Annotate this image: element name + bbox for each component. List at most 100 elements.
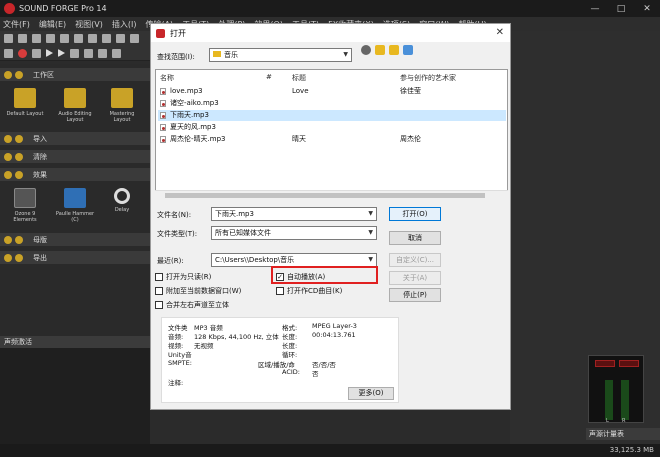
go-end-icon[interactable] bbox=[112, 48, 121, 58]
window-controls: — □ ✕ bbox=[582, 0, 660, 17]
pencil-icon[interactable] bbox=[130, 34, 139, 43]
meter-readout-left bbox=[595, 360, 615, 367]
file-row-selected[interactable]: 下雨天.mp3 bbox=[158, 110, 506, 121]
merge-channels-checkbox[interactable]: 合并左右声道至立体 bbox=[155, 300, 229, 310]
open-cd-checkbox[interactable]: 打开作CD曲目(K) bbox=[276, 286, 342, 296]
column-header-artist[interactable]: 参与创作的艺术家 bbox=[400, 73, 456, 83]
open-button[interactable]: 打开(O) bbox=[389, 207, 441, 221]
minimize-button[interactable]: — bbox=[582, 0, 608, 17]
tile-ozone[interactable]: Ozone 9 Elements bbox=[5, 188, 45, 223]
recent-combo[interactable]: C:\Users\\Desktop\音乐 ▼ bbox=[211, 253, 377, 267]
dialog-close-button[interactable]: ✕ bbox=[496, 27, 504, 38]
redo-icon[interactable] bbox=[102, 34, 111, 43]
readonly-checkbox[interactable]: 打开为只读(R) bbox=[155, 272, 211, 282]
scrollbar-thumb[interactable] bbox=[165, 193, 485, 198]
cancel-button[interactable]: 取消 bbox=[389, 231, 441, 245]
section-effects[interactable]: 效果 bbox=[0, 168, 150, 181]
record-icon[interactable] bbox=[18, 48, 27, 58]
file-name: 诸空-aiko.mp3 bbox=[170, 99, 219, 107]
zoom-icon[interactable] bbox=[116, 34, 125, 43]
info-value: 00:04:13.761 bbox=[312, 331, 356, 339]
append-checkbox[interactable]: 附加至当前数据窗口(W) bbox=[155, 286, 241, 296]
open-file-icon[interactable] bbox=[18, 34, 27, 43]
tile-default-layout[interactable]: Default Layout bbox=[5, 88, 45, 117]
info-value: 无视频 bbox=[194, 342, 214, 350]
view-menu-icon[interactable] bbox=[403, 45, 413, 55]
loop-icon[interactable] bbox=[4, 48, 13, 58]
mastering-icon bbox=[15, 235, 23, 244]
file-list: 名称 # 标题 参与创作的艺术家 love.mp3 Love 徐佳莹 诸空-ai… bbox=[155, 69, 508, 199]
hammer-icon bbox=[64, 188, 86, 208]
filetype-combo[interactable]: 所有已知媒体文件 ▼ bbox=[211, 226, 377, 240]
cut-icon[interactable] bbox=[46, 34, 55, 43]
chevron-right-icon bbox=[4, 235, 12, 244]
save-icon[interactable] bbox=[32, 34, 41, 43]
app-title: SOUND FORGE Pro 14 bbox=[19, 4, 107, 13]
section-export[interactable]: 导出 bbox=[0, 251, 150, 264]
file-artist: 周杰伦 bbox=[400, 135, 421, 143]
ozone-icon bbox=[14, 188, 36, 208]
menu-edit[interactable]: 编辑(E) bbox=[39, 19, 66, 30]
section-workspace[interactable]: 工作区 bbox=[0, 68, 150, 81]
maximize-button[interactable]: □ bbox=[608, 0, 634, 17]
horizontal-scrollbar[interactable] bbox=[155, 190, 508, 199]
about-button[interactable]: 关于(A) bbox=[389, 271, 441, 285]
tile-delay[interactable]: Delay bbox=[102, 188, 142, 213]
filename-label: 文件名(N): bbox=[157, 211, 192, 219]
tile-paulle-hammer[interactable]: Paulle Hammer (C) bbox=[55, 188, 95, 223]
chevron-down-icon: ▼ bbox=[368, 256, 373, 263]
column-header-number[interactable]: # bbox=[266, 73, 272, 81]
checkbox-box[interactable] bbox=[155, 287, 163, 295]
play-icon[interactable] bbox=[46, 49, 53, 57]
file-row[interactable]: 诸空-aiko.mp3 bbox=[158, 98, 506, 109]
filename-input[interactable]: 下雨天.mp3 ▼ bbox=[211, 207, 377, 221]
file-title: Love bbox=[292, 87, 309, 95]
menu-file[interactable]: 文件(F) bbox=[3, 19, 30, 30]
folder-icon bbox=[213, 51, 221, 57]
play-all-icon[interactable] bbox=[58, 49, 65, 57]
rewind-icon[interactable] bbox=[32, 48, 41, 58]
copy-icon[interactable] bbox=[60, 34, 69, 43]
pause-icon[interactable] bbox=[70, 48, 79, 58]
chevron-down-icon: ▼ bbox=[368, 229, 373, 236]
file-row[interactable]: 夏天的风.mp3 bbox=[158, 122, 506, 133]
checkbox-box[interactable] bbox=[155, 301, 163, 309]
menu-view[interactable]: 视图(V) bbox=[75, 19, 103, 30]
section-label: 工作区 bbox=[33, 70, 54, 79]
tile-label: Audio Editing Layout bbox=[58, 111, 92, 123]
stop-button[interactable]: 停止(P) bbox=[389, 288, 441, 302]
section-import[interactable]: 导入 bbox=[0, 132, 150, 145]
look-in-combo[interactable]: 音乐 ▼ bbox=[209, 48, 352, 62]
tile-mastering-layout[interactable]: Mastering Layout bbox=[102, 88, 142, 123]
menu-insert[interactable]: 插入(I) bbox=[112, 19, 137, 30]
chevron-right-icon bbox=[4, 253, 12, 262]
paste-icon[interactable] bbox=[74, 34, 83, 43]
file-row[interactable]: love.mp3 Love 徐佳莹 bbox=[158, 86, 506, 97]
tile-audio-editing-layout[interactable]: Audio Editing Layout bbox=[55, 88, 95, 123]
up-folder-icon[interactable] bbox=[375, 45, 385, 55]
custom-button[interactable]: 自定义(C)... bbox=[389, 253, 441, 267]
new-folder-icon[interactable] bbox=[389, 45, 399, 55]
bottom-panel: 声频激活 bbox=[0, 336, 150, 457]
file-row[interactable]: 周杰伦-晴天.mp3 晴天 周杰伦 bbox=[158, 134, 506, 145]
checkbox-box[interactable] bbox=[276, 287, 284, 295]
column-header-title[interactable]: 标题 bbox=[292, 73, 306, 83]
checkbox-box[interactable] bbox=[155, 273, 163, 281]
undo-icon[interactable] bbox=[88, 34, 97, 43]
section-label: 导入 bbox=[33, 134, 47, 143]
info-key: Unity音 bbox=[168, 351, 192, 359]
file-name: love.mp3 bbox=[170, 87, 203, 95]
tile-label: Mastering Layout bbox=[109, 111, 135, 123]
effects-icon bbox=[15, 170, 23, 179]
section-mastering[interactable]: 母版 bbox=[0, 233, 150, 246]
back-icon[interactable] bbox=[361, 45, 371, 55]
new-file-icon[interactable] bbox=[4, 34, 13, 43]
stop-icon[interactable] bbox=[84, 48, 93, 58]
column-header-name[interactable]: 名称 bbox=[160, 73, 174, 83]
go-start-icon[interactable] bbox=[98, 48, 107, 58]
close-button[interactable]: ✕ bbox=[634, 0, 660, 17]
chevron-right-icon bbox=[4, 134, 12, 143]
section-clean[interactable]: 清除 bbox=[0, 150, 150, 163]
more-button[interactable]: 更多(O) bbox=[348, 387, 394, 400]
panel-header: 声频激活 bbox=[0, 336, 150, 348]
